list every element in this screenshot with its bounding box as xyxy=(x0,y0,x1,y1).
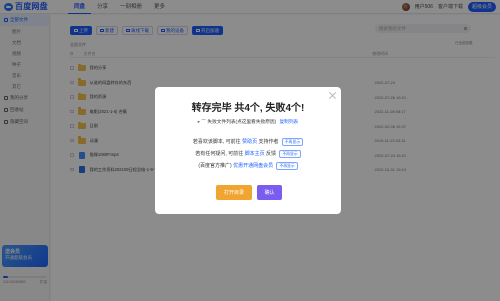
failed-list-toggle[interactable]: 失败文件列表(点这里看失败原因) xyxy=(207,119,276,124)
dialog-title: 转存完毕 共4个, 失败4个! xyxy=(191,103,305,114)
vip-promo-link[interactable]: 优惠开通网盘会员 xyxy=(233,163,273,169)
feedback-suffix: 反馈 xyxy=(265,151,276,157)
close-icon[interactable] xyxy=(328,91,336,99)
sponsor-prefix: 若喜欢该脚本, 可前往 xyxy=(192,139,241,145)
script-home-link[interactable]: 脚本主页 xyxy=(245,151,265,157)
open-directory-button[interactable]: 打开目录 xyxy=(216,185,252,200)
expand-triangle-icon[interactable]: ▸ ⌒ xyxy=(198,119,206,124)
copy-list-link[interactable]: 复制列表 xyxy=(279,119,298,124)
promo-line: (百度官方推广) 优惠开通网盘会员 不再显示 xyxy=(155,162,341,170)
failed-list-row: ▸ ⌒ 失败文件列表(点这里看失败原因) 复制列表 xyxy=(155,119,341,125)
confirm-button[interactable]: 确认 xyxy=(257,185,282,200)
no-more-button[interactable]: 不再显示 xyxy=(276,162,298,170)
no-more-button[interactable]: 不再显示 xyxy=(279,150,301,158)
feedback-prefix: 若有任何疑问, 可前往 xyxy=(195,151,244,157)
sponsor-link[interactable]: 赞助页 xyxy=(242,139,257,145)
sponsor-suffix: 支持作者 xyxy=(258,139,279,145)
no-more-button[interactable]: 不再显示 xyxy=(281,138,304,146)
feedback-line: 若有任何疑问, 可前往 脚本主页 反馈 不再显示 xyxy=(155,150,341,158)
promo-prefix: (百度官方推广) xyxy=(198,163,232,169)
sponsor-line: 若喜欢该脚本, 可前往 赞助页 支持作者 不再显示 xyxy=(155,138,341,146)
transfer-result-dialog: 转存完毕 共4个, 失败4个! ▸ ⌒ 失败文件列表(点这里看失败原因) 复制列… xyxy=(155,87,341,214)
